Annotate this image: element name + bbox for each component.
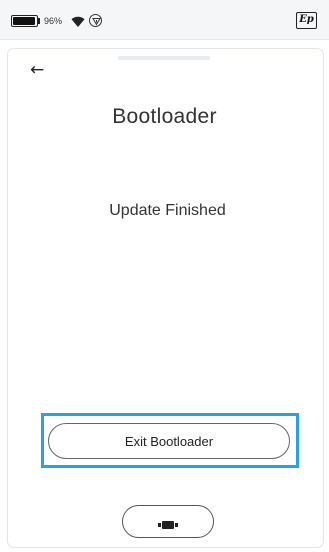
device-icon [158,517,178,529]
drag-handle[interactable] [118,56,210,60]
battery-icon [11,15,38,27]
exit-bootloader-button[interactable]: Exit Bootloader [48,423,290,459]
wifi-icon [71,15,85,27]
update-status-text: Update Finished [109,202,226,219]
status-bar: 96% Ep [0,0,329,40]
signal-circle-icon [89,14,102,27]
battery-percent: 96% [44,16,63,26]
home-button[interactable] [122,505,214,538]
back-arrow-icon[interactable]: ← [30,60,50,80]
battery-tip [38,18,40,24]
battery-level-fill [13,17,36,25]
brand-logo: Ep [296,12,317,29]
page-title: Bootloader [112,105,217,128]
